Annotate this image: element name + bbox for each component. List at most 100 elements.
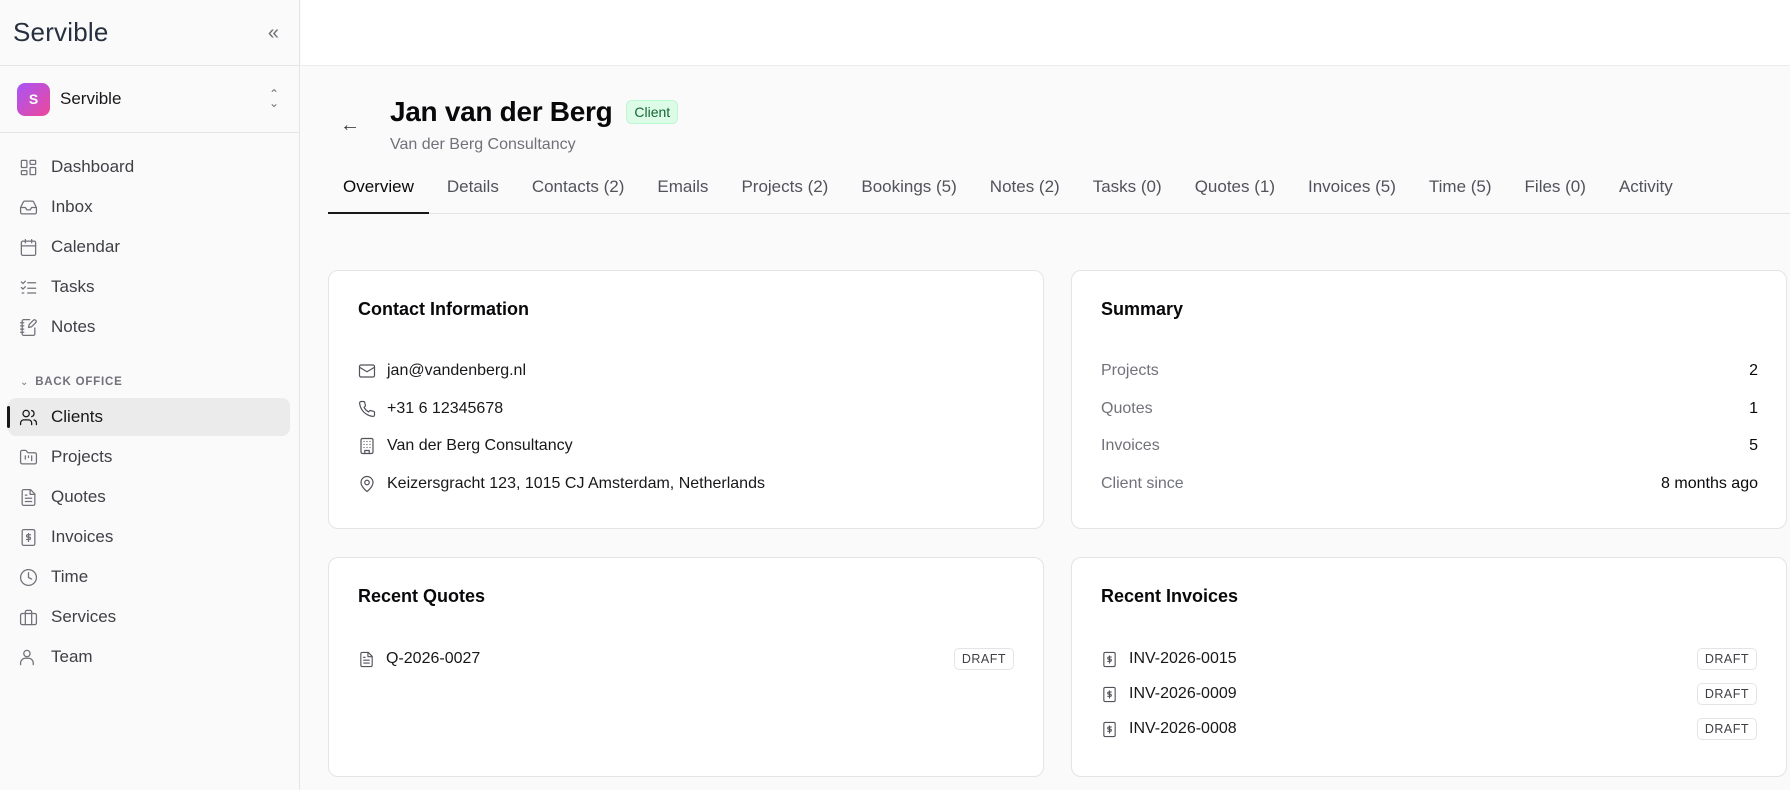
card-title: Contact Information xyxy=(358,299,529,319)
contact-information-card: Contact Information jan@vandenberg.nl +3… xyxy=(328,270,1044,529)
sidebar-item-label: Calendar xyxy=(51,237,120,256)
sidebar-item-team[interactable]: Team xyxy=(8,638,290,676)
brand-row: Servible « xyxy=(0,0,299,66)
sidebar-item-quotes[interactable]: Quotes xyxy=(8,478,290,516)
summary-row: Client since 8 months ago xyxy=(1101,475,1758,493)
page-title: Jan van der Berg xyxy=(390,96,613,127)
contact-address: Keizersgracht 123, 1015 CJ Amsterdam, Ne… xyxy=(387,475,765,492)
contact-company-row: Van der Berg Consultancy xyxy=(358,437,573,455)
sidebar-item-inbox[interactable]: Inbox xyxy=(8,188,290,226)
card-title: Recent Invoices xyxy=(1101,586,1239,606)
clock-icon xyxy=(18,567,38,587)
tab-emails[interactable]: Emails xyxy=(642,174,723,214)
recent-quotes-card: Recent Quotes Q-2026-0027 DRAFT xyxy=(328,557,1044,777)
tab-invoices[interactable]: Invoices (5) xyxy=(1293,174,1411,214)
section-label: BACK OFFICE xyxy=(35,376,123,388)
list-item[interactable]: INV-2026-0015 DRAFT xyxy=(1101,648,1757,670)
tab-quotes[interactable]: Quotes (1) xyxy=(1180,174,1290,214)
sidebar-item-tasks[interactable]: Tasks xyxy=(8,268,290,306)
recent-invoices-card: Recent Invoices INV-2026-0015 DRAFT INV-… xyxy=(1071,557,1787,777)
summary-card: Summary Projects 2 Quotes 1 Invoices 5 C… xyxy=(1071,270,1787,529)
tab-files[interactable]: Files (0) xyxy=(1510,174,1601,214)
summary-value: 2 xyxy=(1749,362,1758,379)
status-badge: DRAFT xyxy=(1696,648,1757,670)
contact-address-row: Keizersgracht 123, 1015 CJ Amsterdam, Ne… xyxy=(358,475,765,493)
sidebar-item-dashboard[interactable]: Dashboard xyxy=(8,148,290,186)
dashboard-icon xyxy=(18,157,38,177)
invoice-icon xyxy=(1103,721,1116,737)
title-row: Jan van der Berg Client xyxy=(390,96,679,128)
workspace-name: Servible xyxy=(60,89,122,108)
notes-icon xyxy=(18,317,38,337)
sidebar-item-label: Inbox xyxy=(51,197,93,216)
invoice-icon xyxy=(1103,651,1116,667)
sidebar-item-label: Services xyxy=(51,607,117,626)
summary-row: Projects 2 xyxy=(1101,362,1758,380)
mail-icon xyxy=(358,364,376,378)
sidebar-item-label: Invoices xyxy=(51,527,114,546)
building-icon xyxy=(360,437,374,455)
sidebar-item-projects[interactable]: Projects xyxy=(8,438,290,476)
tab-projects[interactable]: Projects (2) xyxy=(726,174,843,214)
status-badge: DRAFT xyxy=(1696,683,1757,705)
tab-notes[interactable]: Notes (2) xyxy=(975,174,1075,214)
invoice-number[interactable]: INV-2026-0015 xyxy=(1129,650,1697,668)
invoice-number[interactable]: INV-2026-0009 xyxy=(1129,685,1697,703)
card-title: Recent Quotes xyxy=(358,586,486,606)
invoice-number[interactable]: INV-2026-0008 xyxy=(1129,720,1697,738)
briefcase-icon xyxy=(18,607,38,627)
sidebar-item-invoices[interactable]: Invoices xyxy=(8,518,290,556)
list-item[interactable]: INV-2026-0009 DRAFT xyxy=(1101,683,1757,705)
chevron-down-icon: ⌄ xyxy=(20,376,30,388)
contact-phone-row[interactable]: +31 6 12345678 xyxy=(358,400,503,418)
quote-number[interactable]: Q-2026-0027 xyxy=(386,650,954,668)
contact-phone: +31 6 12345678 xyxy=(387,400,504,417)
sidebar-item-notes[interactable]: Notes xyxy=(8,308,290,346)
tab-tasks[interactable]: Tasks (0) xyxy=(1078,174,1177,214)
invoice-icon xyxy=(1103,686,1116,702)
list-item[interactable]: Q-2026-0027 DRAFT xyxy=(358,648,1014,670)
status-badge: DRAFT xyxy=(1696,718,1757,740)
sidebar-item-label: Tasks xyxy=(51,277,95,296)
sidebar-item-label: Team xyxy=(51,647,93,666)
company-subtitle: Van der Berg Consultancy xyxy=(390,136,576,153)
workspace-avatar: S xyxy=(17,82,50,116)
list-item[interactable]: INV-2026-0008 DRAFT xyxy=(1101,718,1757,740)
double-chevron-left-icon[interactable]: « xyxy=(268,23,279,43)
sidebar-item-label: Quotes xyxy=(51,487,106,506)
file-icon xyxy=(360,651,373,667)
tab-bar: Overview Details Contacts (2) Emails Pro… xyxy=(328,174,1790,214)
sidebar: Servible « S Servible ⌃ ⌄ Dashboard Inbox… xyxy=(0,0,300,790)
user-icon xyxy=(18,647,38,667)
sidebar-item-calendar[interactable]: Calendar xyxy=(8,228,290,266)
inbox-icon xyxy=(18,197,38,217)
tab-overview[interactable]: Overview xyxy=(328,174,429,214)
users-icon xyxy=(18,407,38,427)
brand-logo[interactable]: Servible xyxy=(13,17,109,48)
card-title: Summary xyxy=(1101,299,1184,319)
sidebar-item-label: Time xyxy=(51,567,89,586)
sidebar-item-clients[interactable]: Clients xyxy=(7,398,290,436)
tab-activity[interactable]: Activity xyxy=(1604,174,1688,214)
main-content: ← Jan van der Berg Client Van der Berg C… xyxy=(301,66,1790,790)
workspace-switcher[interactable]: S Servible ⌃ ⌄ xyxy=(0,66,299,133)
sidebar-item-label: Clients xyxy=(51,407,103,426)
sidebar-item-time[interactable]: Time xyxy=(8,558,290,596)
contact-company: Van der Berg Consultancy xyxy=(387,437,573,454)
back-office-section-toggle[interactable]: ⌄ BACK OFFICE xyxy=(20,376,299,388)
tab-details[interactable]: Details xyxy=(432,174,514,214)
sidebar-item-services[interactable]: Services xyxy=(8,598,290,636)
calendar-icon xyxy=(18,237,38,257)
back-arrow-icon[interactable]: ← xyxy=(340,114,360,137)
tab-time[interactable]: Time (5) xyxy=(1414,174,1507,214)
summary-value: 8 months ago xyxy=(1661,475,1758,492)
chevron-up-down-icon: ⌃ ⌄ xyxy=(268,87,279,110)
contact-email-row[interactable]: jan@vandenberg.nl xyxy=(358,362,526,380)
summary-row: Quotes 1 xyxy=(1101,400,1758,418)
status-badge: DRAFT xyxy=(953,648,1014,670)
tab-contacts[interactable]: Contacts (2) xyxy=(517,174,640,214)
summary-value: 5 xyxy=(1749,437,1758,454)
sidebar-item-label: Projects xyxy=(51,447,113,466)
map-pin-icon xyxy=(360,475,374,493)
tab-bookings[interactable]: Bookings (5) xyxy=(846,174,971,214)
